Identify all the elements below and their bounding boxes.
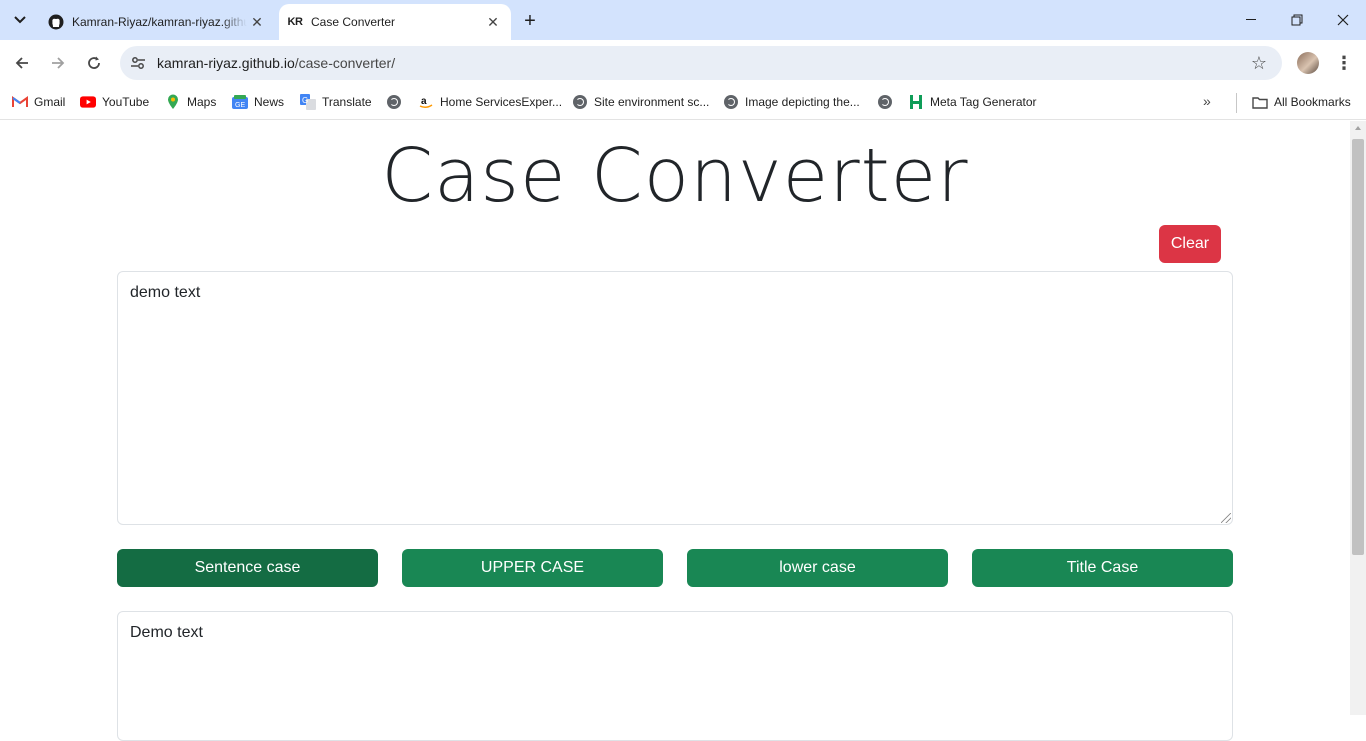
bookmark-meta-tag-generator[interactable]: Meta Tag Generator	[908, 92, 1037, 112]
bookmark-label: All Bookmarks	[1274, 95, 1351, 109]
output-textarea[interactable]: Demo text	[117, 611, 1233, 741]
tab-strip: Kamran-Riyaz/kamran-riyaz.github.io ✕ KR…	[0, 0, 1366, 40]
globe-icon	[386, 94, 402, 110]
page-title: Case Converter	[381, 133, 969, 219]
more-bookmarks-icon[interactable]: »	[1203, 93, 1211, 109]
maps-icon	[165, 94, 181, 110]
close-icon[interactable]: ✕	[483, 12, 503, 32]
tab-case-converter[interactable]: KR Case Converter ✕	[279, 4, 511, 40]
h-logo-icon	[908, 94, 924, 110]
profile-avatar[interactable]	[1297, 52, 1319, 74]
gmail-icon	[12, 94, 28, 110]
close-icon[interactable]: ✕	[247, 12, 267, 32]
minimize-icon	[1246, 19, 1256, 20]
svg-text:GE: GE	[235, 102, 245, 109]
bookmark-label: News	[254, 95, 285, 109]
github-icon	[48, 14, 64, 30]
page-scrollbar[interactable]	[1350, 121, 1366, 715]
forward-button[interactable]	[44, 49, 72, 77]
svg-text:G: G	[302, 96, 308, 105]
url-path: /case-converter/	[294, 55, 396, 71]
bookmark-star-icon[interactable]: ☆	[1248, 52, 1270, 74]
bookmark-label: YouTube	[102, 95, 150, 109]
kr-favicon-icon: KR	[287, 16, 303, 28]
news-icon: GE	[232, 94, 248, 110]
bookmark-gmail[interactable]: Gmail	[12, 92, 65, 112]
arrow-left-icon	[15, 57, 28, 69]
window-close-button[interactable]	[1320, 0, 1366, 40]
arrow-right-icon	[52, 57, 65, 69]
tab-title: Case Converter	[311, 15, 396, 29]
all-bookmarks[interactable]: All Bookmarks	[1252, 92, 1351, 112]
address-bar[interactable]: kamran-riyaz.github.io/case-converter/ ☆	[120, 46, 1282, 80]
bookmark-label: Translate	[322, 95, 372, 109]
upper-case-button[interactable]: UPPER CASE	[402, 549, 663, 587]
bookmark-translate[interactable]: G Translate	[300, 92, 372, 112]
bookmark-globe[interactable]	[386, 92, 408, 112]
amazon-icon: a	[418, 94, 434, 110]
bookmark-image-depicting[interactable]: Image depicting the...	[723, 92, 860, 112]
bookmarks-divider	[1236, 93, 1237, 113]
youtube-icon	[80, 94, 96, 110]
bookmark-maps[interactable]: Maps	[165, 92, 216, 112]
svg-text:a: a	[421, 96, 427, 107]
site-settings-icon[interactable]	[128, 53, 148, 73]
minimize-button[interactable]	[1228, 0, 1274, 40]
bookmark-site-environment[interactable]: Site environment sc...	[572, 92, 709, 112]
tab-github[interactable]: Kamran-Riyaz/kamran-riyaz.github.io ✕	[40, 4, 275, 40]
reload-button[interactable]	[80, 49, 108, 77]
bookmark-youtube[interactable]: YouTube	[80, 92, 149, 112]
globe-icon	[723, 94, 739, 110]
bookmark-label: Maps	[187, 95, 217, 109]
input-textarea[interactable]: demo text	[117, 271, 1233, 525]
browser-toolbar: kamran-riyaz.github.io/case-converter/ ☆…	[0, 40, 1366, 86]
translate-icon: G	[300, 94, 316, 110]
bookmark-label: Gmail	[34, 95, 66, 109]
browser-menu-icon[interactable]: ⋮	[1334, 52, 1354, 74]
restore-icon	[1291, 14, 1303, 26]
reload-icon	[88, 56, 100, 69]
folder-icon	[1252, 94, 1268, 110]
bookmark-news[interactable]: GE News	[232, 92, 284, 112]
bookmark-home-services[interactable]: a Home ServicesExper...	[418, 92, 562, 112]
clear-button[interactable]: Clear	[1159, 225, 1221, 263]
bookmark-label: Site environment sc...	[594, 95, 710, 109]
bookmark-globe-2[interactable]	[877, 92, 899, 112]
url-host: kamran-riyaz.github.io	[157, 55, 295, 71]
page-content: Case Converter Clear demo text Sentence …	[0, 121, 1350, 741]
scroll-up-arrow-icon[interactable]	[1355, 126, 1361, 130]
bookmark-label: Image depicting the...	[745, 95, 860, 109]
tab-search-button[interactable]	[6, 6, 34, 34]
globe-icon	[572, 94, 588, 110]
bookmark-label: Meta Tag Generator	[930, 95, 1037, 109]
sentence-case-button[interactable]: Sentence case	[117, 549, 378, 587]
new-tab-button[interactable]: +	[519, 10, 541, 32]
restore-button[interactable]	[1274, 0, 1320, 40]
bookmarks-bar: Gmail YouTube Maps GE News G Translate a…	[0, 86, 1366, 120]
globe-icon	[877, 94, 893, 110]
scroll-thumb[interactable]	[1352, 139, 1364, 555]
bookmark-label: Home ServicesExper...	[440, 95, 563, 109]
back-button[interactable]	[8, 49, 36, 77]
tab-title: Kamran-Riyaz/kamran-riyaz.github.io	[72, 15, 247, 29]
chevron-down-icon	[14, 16, 26, 24]
lower-case-button[interactable]: lower case	[687, 549, 948, 587]
close-icon	[1337, 14, 1349, 26]
url-text[interactable]: kamran-riyaz.github.io/case-converter/	[157, 55, 395, 71]
resize-handle-icon[interactable]	[1221, 513, 1231, 523]
title-case-button[interactable]: Title Case	[972, 549, 1233, 587]
